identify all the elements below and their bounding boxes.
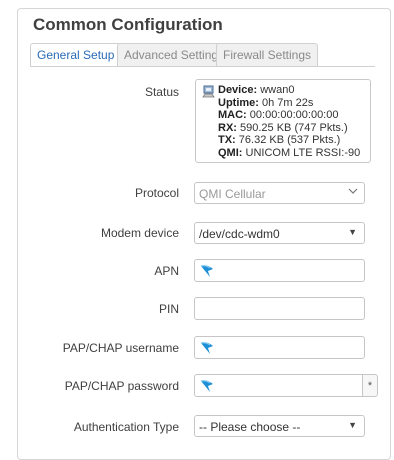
- protocol-value: QMI Cellular: [199, 187, 266, 201]
- reveal-password-button[interactable]: *: [362, 374, 378, 397]
- caret-down-icon: ▼: [348, 227, 357, 237]
- pointer-cursor-icon: [200, 380, 213, 392]
- pointer-cursor-icon: [200, 342, 213, 354]
- modem-device-value: /dev/cdc-wdm0: [199, 227, 280, 241]
- apn-input[interactable]: [194, 259, 365, 282]
- modem-device-label: Modem device: [100, 226, 179, 240]
- auth-type-label: Authentication Type: [73, 420, 179, 434]
- device-value: wwan0: [260, 84, 295, 96]
- tab-divider: [30, 66, 375, 67]
- qmi-key: QMI:: [218, 146, 243, 159]
- pap-username-input[interactable]: [194, 336, 365, 359]
- modem-device-select[interactable]: /dev/cdc-wdm0 ▼: [194, 222, 365, 244]
- uptime-key: Uptime:: [218, 96, 259, 109]
- mac-value: 00:00:00:00:00:00: [249, 109, 339, 121]
- pap-username-label: PAP/CHAP username: [62, 341, 179, 355]
- rx-key: RX:: [218, 121, 237, 134]
- caret-down-icon: ▼: [348, 420, 357, 430]
- pointer-cursor-icon: [200, 265, 213, 277]
- tab-general-setup[interactable]: General Setup: [30, 43, 122, 67]
- mac-key: MAC:: [218, 109, 247, 121]
- tab-advanced-settings[interactable]: Advanced Settings: [117, 43, 232, 66]
- qmi-value: UNICOM LTE RSSI:-90: [245, 146, 361, 159]
- pap-password-label: PAP/CHAP password: [64, 379, 179, 393]
- protocol-label: Protocol: [134, 186, 179, 200]
- rx-value: 590.25 KB (747 Pkts.): [240, 121, 348, 134]
- tx-value: 76.32 KB (537 Pkts.): [238, 134, 341, 146]
- status-box: Device: wwan0 Uptime: 0h 7m 22s MAC: 00:…: [195, 79, 371, 163]
- auth-type-value: -- Please choose --: [199, 420, 301, 434]
- pin-input[interactable]: [194, 297, 365, 320]
- uptime-value: 0h 7m 22s: [262, 96, 314, 109]
- apn-label: APN: [154, 264, 179, 278]
- device-key: Device:: [218, 84, 258, 96]
- protocol-select[interactable]: QMI Cellular: [194, 182, 365, 204]
- tab-firewall-settings[interactable]: Firewall Settings: [216, 43, 319, 66]
- network-device-icon: [202, 85, 215, 98]
- pap-password-input[interactable]: [194, 374, 363, 397]
- chevron-down-icon: [348, 188, 358, 194]
- pin-label: PIN: [158, 302, 179, 316]
- tx-key: TX:: [218, 134, 236, 146]
- status-label: Status: [144, 85, 179, 99]
- auth-type-select[interactable]: -- Please choose -- ▼: [194, 415, 365, 437]
- section-title: Common Configuration: [33, 15, 223, 34]
